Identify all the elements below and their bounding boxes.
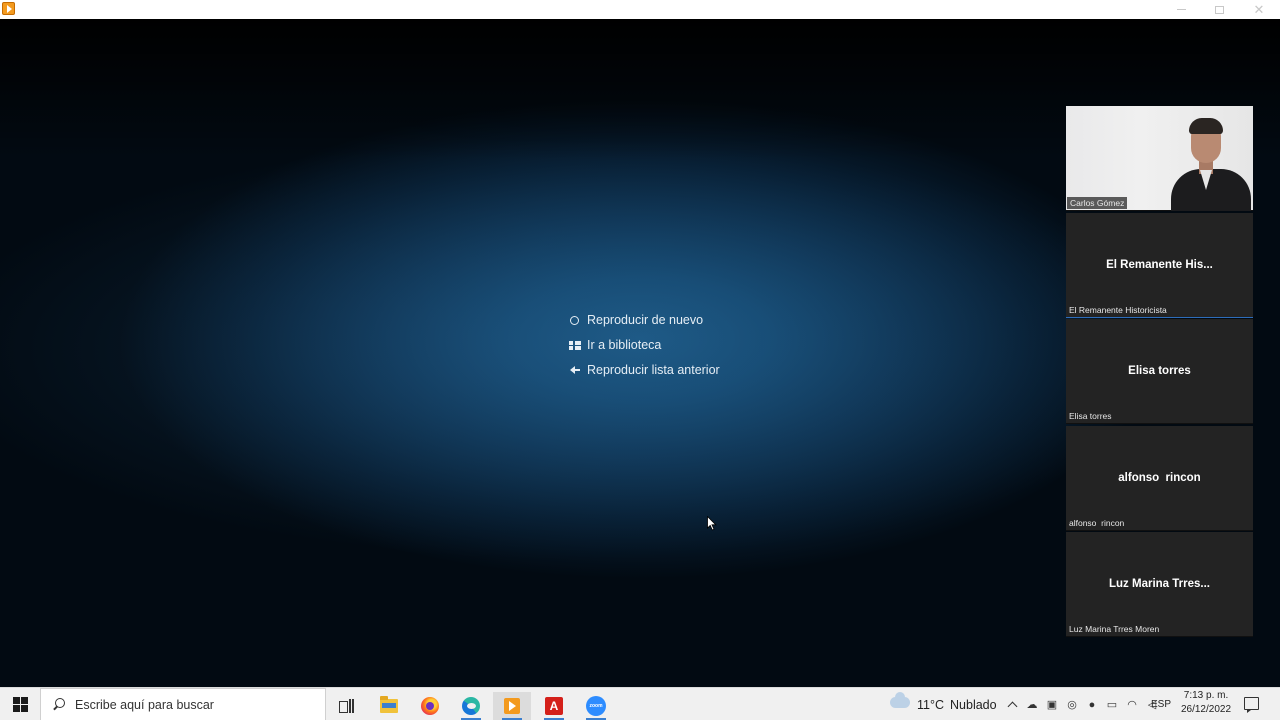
file-explorer-button[interactable] (370, 692, 408, 720)
back-arrow-icon (568, 364, 587, 376)
wifi-icon[interactable]: ◠ (1126, 699, 1138, 711)
replay-icon (568, 314, 587, 326)
battery-icon[interactable]: ▭ (1106, 699, 1118, 711)
replay-label: Reproducir de nuevo (587, 313, 704, 328)
end-of-playback-menu: Reproducir de nuevo Ir a biblioteca Repr… (568, 308, 720, 382)
participant-display-name: Elisa torres (1128, 365, 1191, 378)
acrobat-button[interactable]: A (535, 692, 573, 720)
participant-video-feed (1161, 106, 1253, 211)
participant-name-tag: Carlos Gómez (1067, 197, 1128, 209)
participant-tile[interactable]: El Remanente His... El Remanente Histori… (1066, 212, 1253, 318)
taskbar-clock[interactable]: 7:13 p. m. 26/12/2022 (1176, 689, 1236, 717)
firefox-button[interactable] (411, 692, 449, 720)
replay-menu-item[interactable]: Reproducir de nuevo (568, 308, 720, 333)
close-icon: ✕ (1253, 1, 1265, 17)
notifications-icon[interactable] (1244, 697, 1259, 713)
weather-widget[interactable]: 11°C Nublado (917, 688, 997, 720)
task-view-icon (339, 699, 355, 713)
taskbar-search-box[interactable]: Escribe aquí para buscar (40, 688, 326, 720)
search-icon (52, 697, 66, 712)
clock-time: 7:13 p. m. (1183, 690, 1229, 701)
microphone-icon[interactable]: ● (1086, 699, 1098, 711)
participant-name-tag: El Remanente Historicista (1069, 304, 1167, 315)
webcam-icon[interactable]: ◎ (1066, 699, 1078, 711)
participant-name-tag: alfonso rincon (1069, 517, 1125, 528)
edge-button[interactable] (452, 692, 490, 720)
weather-temp: 11°C (917, 697, 945, 712)
folder-icon (380, 696, 398, 713)
show-hidden-icons-chevron-icon[interactable] (1006, 699, 1018, 712)
participant-tile[interactable]: Luz Marina Trres... Luz Marina Trres Mor… (1066, 532, 1253, 638)
firefox-icon (421, 697, 439, 715)
start-button[interactable] (0, 688, 40, 720)
taskbar: Escribe aquí para buscar A zoom 11°C Nub… (0, 687, 1280, 720)
previous-playlist-menu-item[interactable]: Reproducir lista anterior (568, 357, 720, 382)
title-bar: ✕ (0, 0, 1280, 19)
library-label: Ir a biblioteca (587, 338, 662, 353)
participant-tile[interactable]: Elisa torres Elisa torres (1066, 319, 1253, 425)
meet-now-icon[interactable]: ▣ (1046, 699, 1058, 711)
search-placeholder: Escribe aquí para buscar (75, 697, 214, 712)
minimize-button[interactable] (1162, 0, 1200, 19)
minimize-icon (1176, 9, 1186, 10)
system-tray: ☁ ▣ ◎ ● ▭ ◠ ◁ (1006, 688, 1158, 720)
vlc-button[interactable] (493, 692, 531, 720)
edge-icon (462, 697, 480, 715)
participant-name-tag: Luz Marina Trres Moren (1069, 624, 1160, 635)
go-to-library-menu-item[interactable]: Ir a biblioteca (568, 333, 720, 358)
zoom-button[interactable]: zoom (577, 692, 615, 720)
participant-tile[interactable]: alfonso rincon alfonso rincon (1066, 425, 1253, 531)
participant-display-name: alfonso rincon (1118, 471, 1201, 484)
onedrive-icon[interactable]: ☁ (1026, 699, 1038, 711)
library-icon (568, 339, 587, 351)
close-button[interactable]: ✕ (1240, 0, 1278, 19)
previous-playlist-label: Reproducir lista anterior (587, 362, 720, 377)
weather-condition: Nublado (950, 697, 997, 712)
participants-panel: Carlos Gómez El Remanente His... El Rema… (1066, 106, 1253, 639)
cloud-weather-icon (890, 692, 910, 708)
participant-name-tag: Elisa torres (1069, 411, 1112, 422)
vlc-app-icon (2, 2, 15, 15)
participant-display-name: Luz Marina Trres... (1109, 578, 1210, 591)
vlc-icon (504, 698, 520, 714)
acrobat-icon: A (545, 697, 563, 715)
clock-date: 26/12/2022 (1180, 704, 1232, 715)
windows-logo-icon (12, 697, 28, 712)
participant-display-name: El Remanente His... (1106, 258, 1213, 271)
input-language-indicator[interactable]: ESP (1151, 688, 1171, 720)
maximize-button[interactable] (1200, 0, 1238, 19)
zoom-icon: zoom (586, 696, 606, 716)
participant-tile-video[interactable]: Carlos Gómez (1066, 106, 1253, 211)
maximize-icon (1214, 5, 1224, 14)
task-view-button[interactable] (328, 692, 366, 720)
